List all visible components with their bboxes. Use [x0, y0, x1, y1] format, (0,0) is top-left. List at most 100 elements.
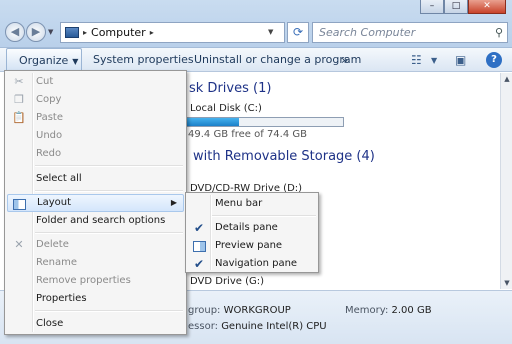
help-icon[interactable]: ? — [486, 52, 502, 68]
processor-row: essor: Genuine Intel(R) CPU — [188, 321, 327, 332]
menu-item-folder-options[interactable]: Folder and search options — [7, 212, 184, 230]
scissors-icon: ✂ — [14, 75, 24, 88]
back-button[interactable]: ◀ — [5, 22, 25, 42]
menu-item-folder-options-label: Folder and search options — [36, 215, 166, 226]
workgroup-row: group: WORKGROUP — [188, 305, 291, 316]
search-input[interactable]: Search Computer ⚲ — [312, 22, 508, 43]
breadcrumb-separator-icon[interactable]: ▸ — [150, 28, 154, 37]
more-commands-button[interactable]: » — [341, 48, 348, 72]
menu-separator — [212, 215, 316, 217]
vertical-scrollbar[interactable]: ▲ ▼ — [500, 73, 512, 289]
close-button[interactable]: ✕ — [468, 0, 506, 14]
window-controls: – □ ✕ — [420, 0, 506, 14]
refresh-icon: ⟳ — [292, 25, 304, 39]
menu-item-redo[interactable]: Redo — [7, 145, 184, 163]
copy-icon: ❐ — [14, 93, 24, 106]
uninstall-program-button[interactable]: Uninstall or change a program — [194, 48, 361, 72]
menu-item-redo-label: Redo — [36, 148, 62, 159]
submenu-item-menu-bar-label: Menu bar — [215, 198, 263, 209]
submenu-item-preview-pane-label: Preview pane — [215, 240, 283, 251]
menu-item-copy-label: Copy — [36, 94, 62, 105]
menu-item-rename-label: Rename — [36, 257, 78, 268]
preview-pane-toggle-icon[interactable]: ▣ — [455, 53, 466, 67]
address-bar[interactable]: ▸ Computer ▸ — [60, 22, 285, 43]
memory-value: 2.00 GB — [391, 305, 432, 316]
processor-label: essor: — [188, 321, 218, 332]
scroll-up-icon[interactable]: ▲ — [501, 73, 512, 85]
workgroup-value: WORKGROUP — [223, 305, 291, 316]
submenu-arrow-icon: ▶ — [170, 198, 177, 207]
menu-item-copy[interactable]: ❐ Copy — [7, 91, 184, 109]
checkmark-icon: ✔ — [193, 257, 205, 271]
group-header-hard-disk-drives[interactable]: sk Drives (1) — [189, 81, 271, 96]
organize-menu: ✂ Cut ❐ Copy 📋 Paste Undo Redo Select al… — [4, 70, 187, 335]
menu-item-rename[interactable]: Rename — [7, 254, 184, 272]
group-header-removable-storage[interactable]: with Removable Storage (4) — [193, 149, 375, 164]
menu-item-select-all-label: Select all — [36, 173, 82, 184]
menu-item-cut-label: Cut — [36, 76, 54, 87]
search-icon[interactable]: ⚲ — [495, 23, 503, 42]
submenu-item-details-pane-label: Details pane — [215, 222, 278, 233]
menu-separator — [35, 165, 183, 167]
chevron-down-icon: ▼ — [72, 57, 79, 66]
capacity-bar-fill — [187, 118, 240, 126]
menu-item-layout-label: Layout — [37, 197, 71, 208]
title-bar: – □ ✕ ◀ ▶ ▼ ▸ Computer ▸ ▼ ⟳ Search Comp… — [0, 0, 512, 48]
menu-item-paste-label: Paste — [36, 112, 63, 123]
submenu-item-navigation-pane[interactable]: ✔ Navigation pane — [188, 255, 316, 273]
delete-x-icon: ✕ — [14, 238, 24, 251]
layout-icon — [13, 199, 26, 210]
submenu-item-navigation-pane-label: Navigation pane — [215, 258, 298, 269]
breadcrumb-computer[interactable]: Computer — [91, 26, 146, 39]
menu-item-undo-label: Undo — [36, 130, 63, 141]
drive-free-space: 49.4 GB free of 74.4 GB — [188, 129, 307, 140]
menu-item-cut[interactable]: ✂ Cut — [7, 73, 184, 91]
capacity-bar — [186, 117, 344, 127]
menu-item-undo[interactable]: Undo — [7, 127, 184, 145]
menu-item-select-all[interactable]: Select all — [7, 170, 184, 188]
menu-item-remove-properties-label: Remove properties — [36, 275, 131, 286]
search-placeholder: Search Computer — [319, 26, 416, 39]
preview-pane-icon — [193, 241, 206, 252]
change-view-icon[interactable]: ☷ — [411, 53, 422, 67]
layout-submenu: Menu bar ✔ Details pane Preview pane ✔ N… — [185, 192, 319, 273]
memory-label: Memory: — [345, 305, 389, 316]
command-bar: Organize ▼ System properties Uninstall or… — [0, 48, 512, 73]
menu-separator — [35, 232, 183, 234]
submenu-item-preview-pane[interactable]: Preview pane — [188, 237, 316, 255]
forward-button[interactable]: ▶ — [26, 22, 46, 42]
address-dropdown-icon[interactable]: ▼ — [268, 28, 273, 36]
minimize-button[interactable]: – — [420, 0, 444, 14]
scroll-down-icon[interactable]: ▼ — [501, 277, 512, 289]
submenu-item-menu-bar[interactable]: Menu bar — [188, 195, 316, 213]
menu-item-layout[interactable]: Layout ▶ — [7, 194, 184, 212]
refresh-button[interactable]: ⟳ — [287, 22, 309, 43]
paste-icon: 📋 — [12, 111, 26, 124]
maximize-button[interactable]: □ — [444, 0, 468, 14]
view-options-dropdown-icon[interactable]: ▼ — [431, 56, 437, 65]
recent-pages-dropdown-icon[interactable]: ▼ — [48, 28, 53, 36]
back-arrow-icon: ◀ — [10, 25, 20, 38]
forward-arrow-icon: ▶ — [31, 25, 41, 38]
menu-item-delete[interactable]: ✕ Delete — [7, 236, 184, 254]
submenu-item-details-pane[interactable]: ✔ Details pane — [188, 219, 316, 237]
system-properties-button[interactable]: System properties — [93, 48, 194, 72]
menu-item-paste[interactable]: 📋 Paste — [7, 109, 184, 127]
menu-item-properties[interactable]: Properties — [7, 290, 184, 308]
menu-separator — [35, 310, 183, 312]
workgroup-label: group: — [188, 305, 221, 316]
menu-separator — [35, 190, 183, 192]
processor-value: Genuine Intel(R) CPU — [221, 321, 327, 332]
menu-item-properties-label: Properties — [36, 293, 87, 304]
drive-local-disk-c[interactable]: Local Disk (C:) — [190, 103, 262, 114]
checkmark-icon: ✔ — [193, 221, 205, 235]
menu-item-close[interactable]: Close — [7, 315, 184, 333]
drive-dvd-g[interactable]: DVD Drive (G:) — [190, 276, 264, 287]
menu-item-close-label: Close — [36, 318, 64, 329]
computer-icon — [65, 27, 79, 38]
menu-item-remove-properties[interactable]: Remove properties — [7, 272, 184, 290]
menu-item-delete-label: Delete — [36, 239, 69, 250]
breadcrumb-separator-icon[interactable]: ▸ — [83, 28, 87, 37]
memory-row: Memory: 2.00 GB — [345, 305, 432, 316]
organize-label: Organize — [19, 54, 69, 67]
